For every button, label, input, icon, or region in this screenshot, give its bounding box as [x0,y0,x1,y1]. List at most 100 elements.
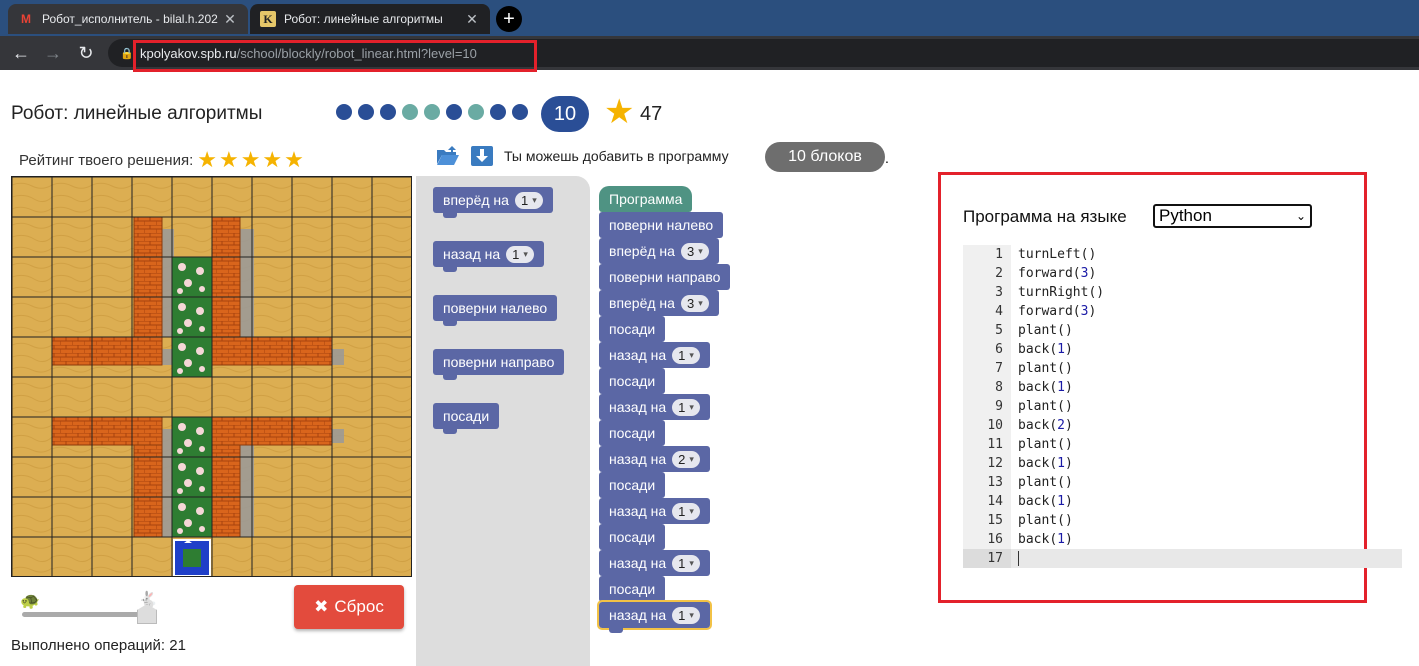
program-block[interactable]: поверни направо [599,264,731,295]
browser-tab-robot[interactable]: K Робот: линейные алгоритмы ✕ [250,4,490,34]
block-value-dropdown[interactable]: 3 [680,242,709,260]
open-folder-icon[interactable] [436,145,460,167]
code-line: 14 back(1) [963,492,1402,511]
code-text: turnLeft() [1018,247,1097,262]
program-block[interactable]: назад на 1 [599,342,710,373]
level-dot[interactable] [380,104,396,120]
block-value-dropdown[interactable]: 2 [672,450,700,468]
level-dot[interactable] [468,104,484,120]
block-value-dropdown[interactable]: 1 [672,606,700,624]
block-label: назад на [609,555,667,571]
level-dot[interactable] [446,104,462,120]
level-dot[interactable] [512,104,528,120]
program-block[interactable]: поверни налево [599,212,724,243]
program-block[interactable]: назад на 1 [599,550,710,581]
reset-button[interactable]: ✖ Сброс [294,585,404,629]
chevron-down-icon: ⌄ [1295,209,1306,223]
language-label: Программа на языке [963,207,1127,226]
code-line: 7 plant() [963,359,1402,378]
level-dot[interactable] [358,104,374,120]
program-block[interactable]: посади [599,368,666,399]
line-number: 3 [963,283,1011,302]
level-dot[interactable] [424,104,440,120]
code-function: turnLeft [1018,247,1081,262]
level-dot[interactable] [490,104,506,120]
current-level-badge[interactable]: 10 [541,96,589,132]
code-function: plant [1018,399,1058,414]
block-label: посади [609,321,656,337]
code-argument: 2 [1057,418,1065,433]
code-function: plant [1018,361,1058,376]
block-value-dropdown[interactable]: 1 [672,502,700,520]
block-value-dropdown[interactable]: 1 [672,554,700,572]
line-number: 6 [963,340,1011,359]
code-function: back [1018,532,1050,547]
code-line: 13 plant() [963,473,1402,492]
level-dots [336,104,528,120]
program-block[interactable]: посади [599,420,666,451]
program-block[interactable]: посади [599,472,666,503]
program-block[interactable]: посади [599,524,666,555]
block-label: вперёд на [609,295,675,311]
line-number: 15 [963,511,1011,530]
program-block[interactable]: назад на 2 [599,446,710,477]
block-value-dropdown[interactable]: 1 [506,245,534,263]
block-value-dropdown[interactable]: 1 [514,191,543,209]
code-function: plant [1018,323,1058,338]
text-cursor [1018,551,1019,566]
browser-tab-gmail[interactable]: M Робот_исполнитель - bilal.h.202 ✕ [8,4,248,34]
toolbox-block[interactable]: поверни налево [433,295,558,326]
level-dot[interactable] [336,104,352,120]
close-icon[interactable]: ✕ [464,11,480,28]
toolbox-block[interactable]: вперёд на 1 [433,187,553,218]
code-argument: 3 [1080,266,1089,281]
reload-icon[interactable]: ↻ [75,42,97,64]
code-text: back(1) [1018,532,1073,547]
block-label: вперёд на [609,243,675,259]
block-label: назад на [609,347,667,363]
language-select[interactable]: Python ⌄ [1153,204,1312,228]
close-icon[interactable]: ✕ [222,11,238,28]
kpolyakov-icon: K [260,11,276,27]
toolbox-block[interactable]: назад на 1 [433,241,544,272]
line-number: 4 [963,302,1011,321]
block-value-dropdown[interactable]: 1 [672,346,700,364]
block-value-dropdown[interactable]: 3 [680,294,709,312]
language-selected: Python [1159,206,1212,225]
program-block[interactable]: вперёд на 3 [599,238,719,269]
program-block[interactable]: посади [599,316,666,347]
robot-field [11,176,412,577]
line-number: 8 [963,378,1011,397]
forward-arrow-icon[interactable]: → [42,42,64,64]
code-line: 15 plant() [963,511,1402,530]
download-icon[interactable] [470,145,494,167]
program-block[interactable]: посади [599,576,666,607]
back-arrow-icon[interactable]: ← [10,42,32,64]
code-text: plant() [1018,437,1073,452]
code-text: turnRight() [1018,285,1105,300]
line-number: 7 [963,359,1011,378]
code-function: forward [1018,266,1073,281]
block-value-dropdown[interactable]: 1 [672,398,700,416]
block-label: поверни направо [609,269,721,285]
speed-slider[interactable] [22,612,150,617]
code-editor[interactable]: 1 turnLeft() 2 forward(3) 3 turnRight() 4 forwa… [963,245,1402,568]
program-block[interactable]: назад на 1 [599,394,710,425]
toolbox-block[interactable]: поверни направо [433,349,565,380]
toolbox-block[interactable]: посади [433,403,500,434]
new-tab-button[interactable]: + [496,6,522,32]
program-block[interactable]: назад на 1 [599,498,710,529]
program-block[interactable]: назад на 1 [597,600,712,633]
level-dot[interactable] [402,104,418,120]
field-grid [12,177,411,576]
program-block[interactable]: вперёд на 3 [599,290,719,321]
code-text [1011,549,1019,568]
code-function: back [1018,456,1050,471]
code-text: plant() [1018,361,1073,376]
program-start-block[interactable]: Программа [599,186,693,212]
code-line: 4 forward(3) [963,302,1402,321]
close-icon: ✖ [314,597,329,616]
block-label: посади [609,529,656,545]
code-function: forward [1018,304,1073,319]
rating: Рейтинг твоего решения: ★★★★★ [19,147,306,173]
